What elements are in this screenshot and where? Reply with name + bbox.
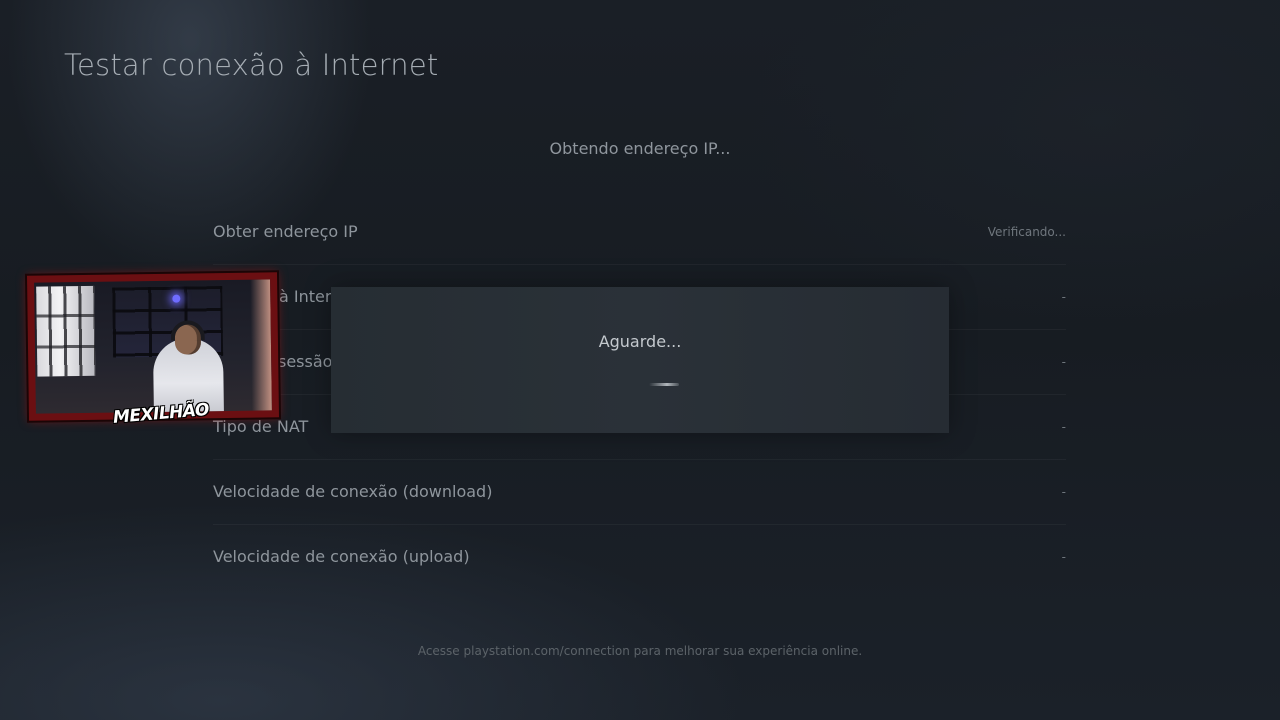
webcam-light-shape [172, 294, 181, 303]
wait-dialog-text: Aguarde... [598, 332, 682, 351]
loading-spinner-icon [649, 383, 679, 386]
test-row-value: - [1061, 550, 1066, 564]
test-row-label: Velocidade de conexão (download) [213, 482, 493, 501]
page-title: Testar conexão à Internet [64, 48, 439, 82]
footer-help-text: Acesse playstation.com/connection para m… [417, 644, 863, 658]
webcam-video [34, 279, 272, 414]
test-row-ip-address: Obter endereço IP Verificando... [213, 200, 1066, 265]
wait-dialog: Aguarde... [331, 287, 949, 433]
test-row-label: sessão [278, 352, 333, 371]
test-row-label: Tipo de NAT [213, 417, 309, 436]
test-row-label: à Interr [279, 287, 338, 306]
test-row-value: - [1061, 355, 1066, 369]
webcam-glow-shape [250, 279, 272, 411]
connection-status-text: Obtendo endereço IP... [549, 139, 731, 158]
test-row-value: - [1061, 290, 1066, 304]
webcam-window-bars-shape [36, 285, 96, 377]
test-row-label: Obter endereço IP [213, 222, 358, 241]
test-row-upload-speed: Velocidade de conexão (upload) - [213, 525, 1066, 590]
test-row-download-speed: Velocidade de conexão (download) - [213, 460, 1066, 525]
test-row-value: - [1061, 485, 1066, 499]
test-row-label: Velocidade de conexão (upload) [213, 547, 470, 566]
test-row-value: Verificando... [987, 225, 1066, 239]
webcam-overlay: MEXILHÃO [26, 272, 280, 428]
test-row-value: - [1061, 420, 1066, 434]
